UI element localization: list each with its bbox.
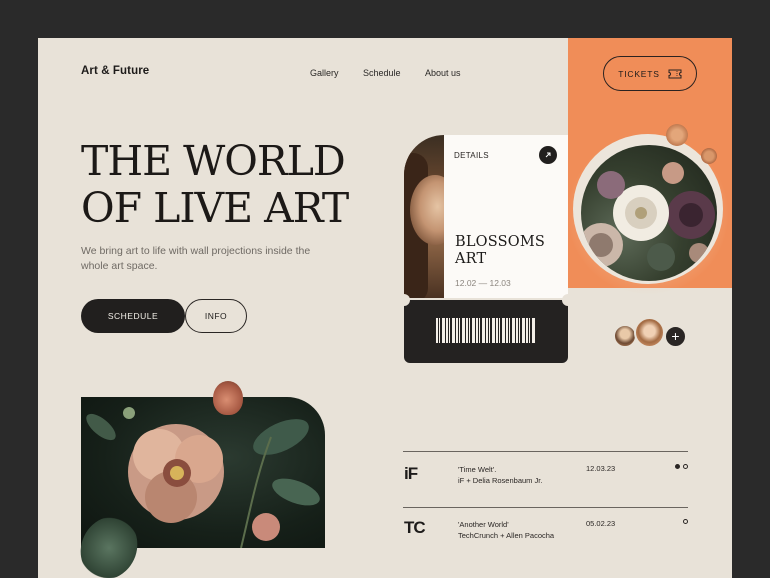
flower-bouquet-illustration (581, 162, 715, 271)
divider (403, 451, 688, 452)
event-card-details-label: DETAILS (454, 151, 489, 160)
techcrunch-logo-icon: TC (404, 518, 426, 537)
orange-flower-decoration-small (701, 148, 717, 164)
tickets-label: TICKETS (618, 68, 660, 79)
hero-title: THE WORLD OF LIVE ART (81, 137, 349, 232)
add-person-button[interactable]: + (664, 325, 687, 348)
event-card-title-line-2: ART (455, 251, 487, 267)
orange-flower-decoration (666, 124, 688, 146)
arrow-up-right-icon (545, 152, 551, 158)
nav-item-about-us[interactable]: About us (425, 68, 461, 78)
avatar[interactable] (613, 324, 637, 348)
schedule-button[interactable]: SCHEDULE (81, 299, 185, 333)
rose-bud-decoration (213, 381, 243, 415)
press-quote: 'Another World' (458, 520, 509, 529)
press-date: 12.03.23 (586, 464, 616, 473)
press-item-text: 'Another World' TechCrunch + Allen Pacoc… (458, 519, 554, 541)
pagination-dot-active[interactable] (675, 464, 680, 469)
ticket-icon (668, 69, 682, 78)
event-card-open-button[interactable] (539, 146, 557, 164)
press-quote: 'Time Welt'. (458, 465, 497, 474)
divider (403, 507, 688, 508)
if-logo-icon: iF (404, 464, 418, 483)
tickets-button[interactable]: TICKETS (603, 56, 697, 91)
pagination-dot[interactable] (683, 519, 688, 524)
pagination-dot[interactable] (683, 464, 688, 469)
flower-circle-image (581, 145, 717, 281)
press-date: 05.02.23 (586, 519, 616, 528)
press-author: iF + Delia Rosenbaum Jr. (458, 476, 543, 485)
nav-item-gallery[interactable]: Gallery (310, 68, 339, 78)
event-card-dates: 12.02 — 12.03 (455, 278, 511, 288)
avatar[interactable] (634, 317, 665, 348)
press-pagination[interactable] (683, 519, 688, 524)
press-author: TechCrunch + Allen Pacocha (458, 531, 555, 540)
event-card-portrait-image (404, 135, 446, 298)
brand-logo[interactable]: Art & Future (81, 65, 149, 77)
press-item-text: 'Time Welt'. iF + Delia Rosenbaum Jr. (458, 464, 542, 486)
page-frame: Art & Future Gallery Schedule About us T… (38, 38, 732, 578)
press-pagination[interactable] (675, 464, 688, 469)
nav-item-schedule[interactable]: Schedule (363, 68, 401, 78)
event-card-title: BLOSSOMS ART (455, 234, 565, 268)
barcode (436, 318, 536, 343)
info-button[interactable]: INFO (185, 299, 247, 333)
event-card-title-line-1: BLOSSOMS (455, 234, 546, 250)
hero-title-line-1: THE WORLD (81, 137, 346, 185)
hero-title-line-2: OF LIVE ART (81, 184, 349, 232)
hero-subtitle: We bring art to life with wall projectio… (81, 245, 311, 272)
